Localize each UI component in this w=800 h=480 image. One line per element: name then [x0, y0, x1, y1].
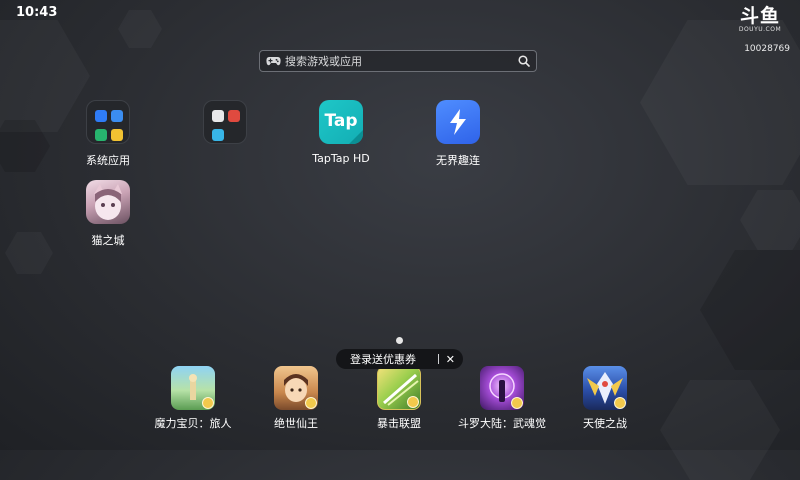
bg-hexagon: [5, 232, 53, 274]
room-id: 10028769: [744, 44, 790, 54]
page-indicator-dot: [396, 337, 403, 344]
gamepad-icon: [266, 56, 281, 67]
download-badge-icon: [407, 396, 419, 408]
app-label: 斗罗大陆：武魂觉: [458, 417, 546, 430]
search-icon[interactable]: [518, 55, 530, 67]
folder-icon: [86, 100, 130, 144]
dock-app-tianshizhizhan[interactable]: 天使之战: [555, 366, 655, 431]
app-label: 魔力宝贝：旅人: [154, 417, 232, 430]
download-badge-icon: [202, 397, 214, 409]
game-icon: [583, 366, 627, 410]
app-label: 系统应用: [86, 154, 130, 167]
game-icon: [171, 366, 215, 410]
promo-divider: [437, 354, 439, 364]
bg-hexagon: [118, 10, 162, 48]
cat-city-icon: [86, 180, 130, 224]
app-wujie[interactable]: 无界趣连: [408, 100, 508, 168]
app-label: 绝世仙王: [274, 417, 318, 430]
folder-icon: [203, 100, 247, 144]
app-label: TapTap HD: [312, 152, 370, 165]
bg-hexagon: [700, 250, 800, 370]
game-icon: [480, 366, 524, 410]
dock-app-baojilianmeng[interactable]: 暴击联盟: [349, 366, 449, 431]
search-placeholder: 搜索游戏或应用: [285, 55, 362, 68]
taptap-icon: Tap: [319, 100, 363, 144]
brand-logo-text: 斗鱼: [739, 5, 780, 27]
promo-banner[interactable]: 登录送优惠券 ✕: [336, 349, 463, 369]
app-label: 暴击联盟: [377, 417, 421, 430]
download-badge-icon: [614, 397, 626, 409]
game-icon: [377, 366, 421, 410]
app-cat-city[interactable]: 猫之城: [58, 180, 158, 248]
douyu-logo: 斗鱼 DOUYU.COM: [730, 6, 790, 33]
download-badge-icon: [511, 397, 523, 409]
app-label: 无界趣连: [436, 154, 480, 167]
status-time: 10:43: [16, 5, 58, 20]
app-label: 天使之战: [583, 417, 627, 430]
app-system-apps[interactable]: 系统应用: [58, 100, 158, 168]
search-bar[interactable]: 搜索游戏或应用: [259, 50, 537, 72]
bg-hexagon: [660, 380, 780, 480]
brand-logo-sub: DOUYU.COM: [738, 26, 782, 33]
app-folder-2[interactable]: [175, 100, 275, 152]
game-icon: [274, 366, 318, 410]
app-taptap[interactable]: Tap TapTap HD: [291, 100, 391, 165]
download-badge-icon: [305, 397, 317, 409]
dock-app-jueshixianwang[interactable]: 绝世仙王: [246, 366, 346, 431]
promo-text[interactable]: 登录送优惠券: [350, 351, 431, 367]
dock-app-douluodalu[interactable]: 斗罗大陆：武魂觉: [452, 366, 552, 431]
bg-hexagon: [740, 190, 800, 250]
wujie-icon: [436, 100, 480, 144]
taptap-icon-text: Tap: [324, 111, 358, 131]
dock-app-molibaobei[interactable]: 魔力宝贝：旅人: [143, 366, 243, 431]
close-icon[interactable]: ✕: [446, 354, 455, 365]
app-label: 猫之城: [91, 234, 125, 247]
